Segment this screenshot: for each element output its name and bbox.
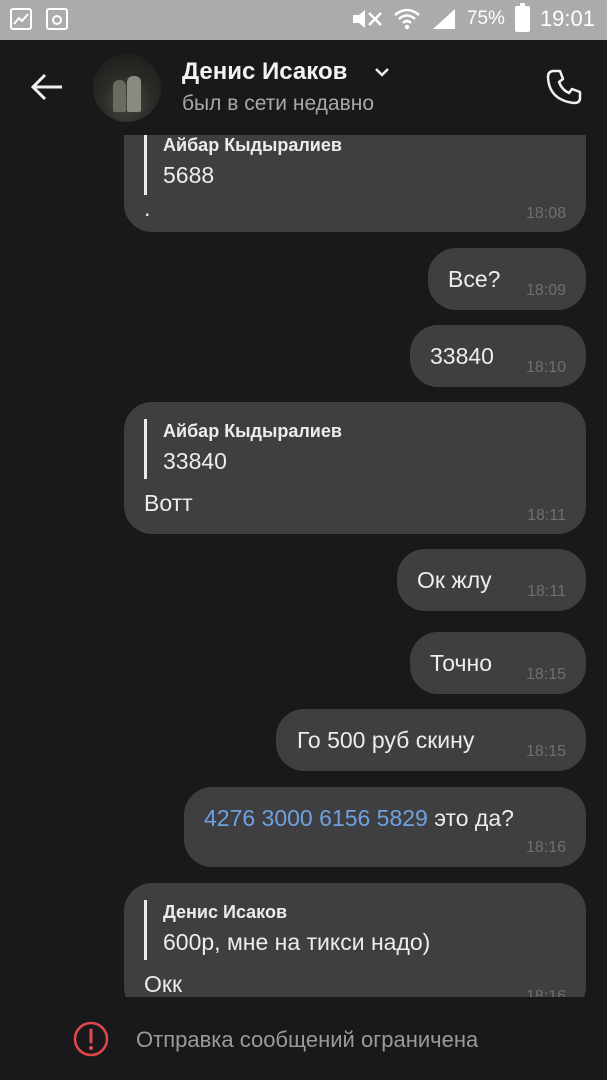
message-text: Вотт (144, 490, 193, 516)
message-time: 18:09 (525, 282, 566, 299)
quote-text: 600р, мне на тикси надо) (163, 929, 431, 955)
message-bubble-incoming[interactable]: Айбар Кыдыралиев 33840 Вотт 18:11 (124, 402, 586, 534)
reply-quote[interactable]: Айбар Кыдыралиев 5688 (144, 135, 342, 195)
message-text: это да? (427, 805, 514, 831)
status-bar: 75% 19:01 (0, 0, 607, 40)
message-time: 18:16 (525, 988, 566, 997)
chevron-down-icon[interactable] (374, 66, 390, 78)
message-time: 18:08 (525, 205, 566, 222)
avatar[interactable] (93, 54, 161, 122)
quote-text: 33840 (163, 448, 227, 474)
message-text: Ок жлу (417, 567, 492, 593)
message-text: Точно (430, 650, 493, 676)
contact-name[interactable]: Денис Исаков (182, 58, 347, 86)
message-time: 18:16 (525, 839, 566, 856)
message-bubble-outgoing[interactable]: Го 500 руб скину 18:15 (276, 709, 586, 771)
wifi-icon (394, 8, 420, 30)
recycle-notification-icon (46, 8, 68, 30)
message-text: 33840 (430, 343, 494, 369)
message-time: 18:15 (525, 743, 566, 760)
reply-quote[interactable]: Айбар Кыдыралиев 33840 (144, 419, 342, 479)
chat-header: Денис Исаков был в сети недавно (0, 40, 607, 135)
quote-text: 5688 (163, 162, 215, 188)
message-time: 18:10 (525, 359, 566, 376)
message-bubble-incoming[interactable]: Айбар Кыдыралиев 5688 . 18:08 (124, 135, 586, 232)
message-bubble-outgoing[interactable]: 4276 3000 6156 5829 это да? 18:16 (184, 787, 586, 867)
message-text: Окк (144, 971, 183, 997)
message-time: 18:11 (527, 507, 566, 524)
message-text: Го 500 руб скину (297, 727, 475, 753)
message-bubble-outgoing[interactable]: Все? 18:09 (428, 248, 586, 310)
reply-quote[interactable]: Денис Исаков 600р, мне на тикси надо) (144, 900, 430, 960)
message-text: . (144, 195, 151, 221)
message-bubble-outgoing[interactable]: 33840 18:10 (410, 325, 586, 387)
message-time: 18:15 (525, 666, 566, 683)
gallery-notification-icon (10, 8, 32, 30)
quote-author: Айбар Кыдыралиев (163, 421, 342, 441)
signal-icon (432, 9, 455, 29)
quote-author: Денис Исаков (163, 902, 288, 922)
message-bubble-outgoing[interactable]: Точно 18:15 (410, 632, 586, 694)
back-arrow-icon[interactable] (30, 72, 64, 102)
message-text-row: 4276 3000 6156 5829 это да? (204, 805, 514, 832)
warning-icon (73, 1021, 109, 1057)
phone-icon[interactable] (545, 68, 583, 106)
battery-percent: 75% (466, 8, 505, 29)
input-restricted-bar: Отправка сообщений ограничена (0, 997, 607, 1080)
message-list[interactable]: Айбар Кыдыралиев 5688 . 18:08 Все? 18:09… (0, 135, 607, 997)
battery-icon (514, 3, 530, 32)
message-text: Все? (448, 266, 501, 292)
quote-author: Айбар Кыдыралиев (163, 135, 342, 155)
message-time: 18:11 (527, 583, 566, 600)
mute-icon (352, 10, 382, 28)
message-bubble-incoming[interactable]: Денис Исаков 600р, мне на тикси надо) Ок… (124, 883, 586, 997)
contact-status: был в сети недавно (182, 92, 375, 115)
restriction-notice: Отправка сообщений ограничена (136, 1027, 479, 1052)
card-number-link[interactable]: 4276 3000 6156 5829 (204, 805, 428, 831)
clock: 19:01 (539, 6, 595, 31)
message-bubble-outgoing[interactable]: Ок жлу 18:11 (397, 549, 586, 611)
